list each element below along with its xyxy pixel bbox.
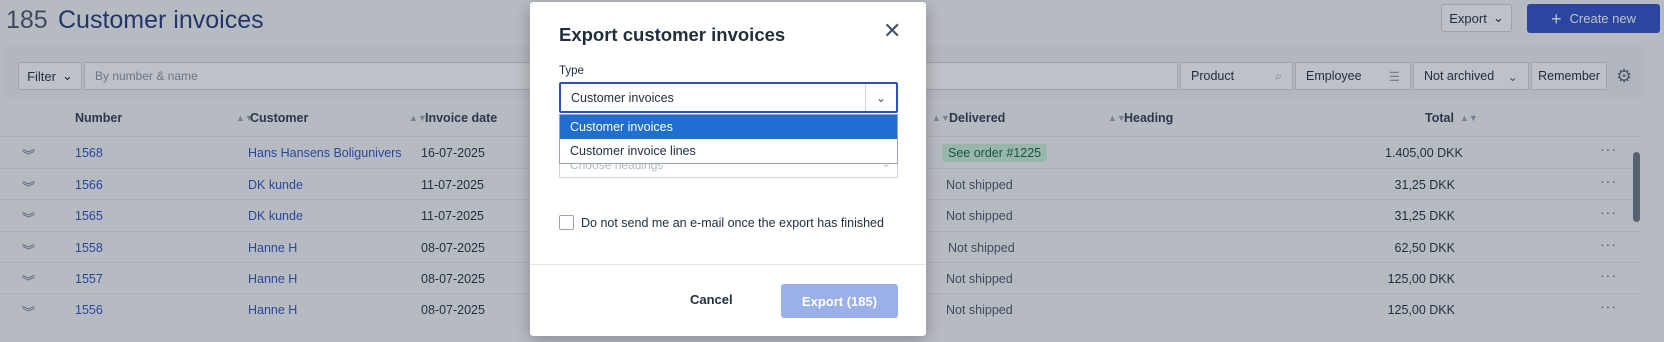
export-dialog: Export customer invoices ✕ Type Customer… <box>530 2 926 336</box>
cancel-button[interactable]: Cancel <box>690 292 733 307</box>
no-email-checkbox-label[interactable]: Do not send me an e-mail once the export… <box>581 216 884 230</box>
option-customer-invoice-lines[interactable]: Customer invoice lines <box>560 139 897 163</box>
close-icon[interactable]: ✕ <box>883 20 901 42</box>
no-email-checkbox[interactable] <box>559 215 574 230</box>
dialog-title: Export customer invoices <box>559 24 786 45</box>
option-customer-invoices[interactable]: Customer invoices <box>560 115 897 139</box>
type-label: Type <box>559 65 584 77</box>
type-select-value: Customer invoices <box>571 91 674 105</box>
type-select[interactable]: Customer invoices ⌄ <box>559 82 898 113</box>
type-dropdown-menu: Customer invoices Customer invoice lines <box>559 114 898 164</box>
chevron-down-icon[interactable]: ⌄ <box>865 84 896 111</box>
export-submit-button[interactable]: Export (185) <box>781 284 898 318</box>
footer-divider <box>530 264 926 265</box>
